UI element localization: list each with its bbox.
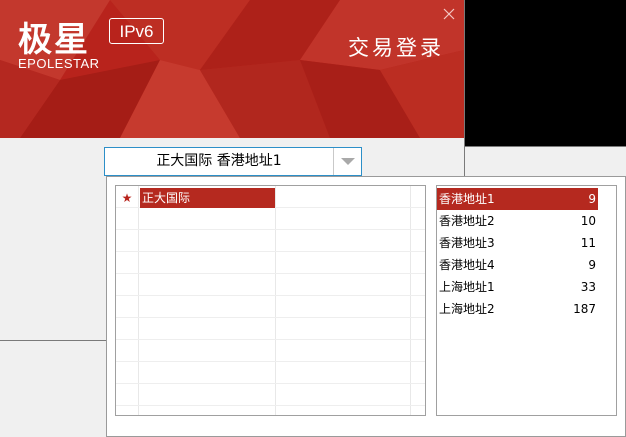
- server-item[interactable]: 香港地址4 9: [437, 254, 598, 276]
- grid-row-line: [116, 296, 425, 318]
- server-item[interactable]: 上海地址2 187: [437, 298, 598, 320]
- server-dropdown-panel: ★ 正大国际 香港地址1 9 香港地址2 10 香港地址3 11 香港地址4 9…: [106, 176, 626, 437]
- close-button[interactable]: [442, 6, 456, 20]
- combobox-value: 正大国际 香港地址1: [156, 153, 282, 169]
- server-combobox[interactable]: 正大国际 香港地址1: [104, 147, 362, 176]
- favorite-star-icon: ★: [121, 191, 133, 205]
- server-name: 香港地址4: [439, 258, 495, 272]
- server-latency: 187: [573, 302, 596, 316]
- window-title: 交易登录: [348, 36, 444, 60]
- grid-row-line: [116, 384, 425, 406]
- server-item[interactable]: 香港地址2 10: [437, 210, 598, 232]
- server-name: 上海地址1: [439, 280, 495, 294]
- grid-row-line: [116, 362, 425, 384]
- server-latency: 9: [588, 192, 596, 206]
- grid-row-line: [116, 252, 425, 274]
- broker-row[interactable]: ★ 正大国际: [116, 186, 425, 208]
- grid-row-line: [116, 318, 425, 340]
- grid-row-line: [116, 340, 425, 362]
- server-latency: 33: [580, 280, 596, 294]
- server-name: 香港地址1: [439, 192, 495, 206]
- server-item[interactable]: 香港地址3 11: [437, 232, 598, 254]
- broker-name: 正大国际: [140, 188, 275, 208]
- header-banner: 极星 EPOLESTAR IPv6 交易登录: [0, 0, 464, 138]
- logo-text: 极星: [18, 20, 90, 60]
- broker-list[interactable]: ★ 正大国际: [115, 185, 426, 416]
- ipv6-badge: IPv6: [109, 18, 164, 44]
- combobox-dropdown-button[interactable]: [333, 148, 361, 175]
- grid-row-line: [116, 208, 425, 230]
- logo-subtext: EPOLESTAR: [18, 56, 100, 71]
- grid-row-line: [116, 230, 425, 252]
- chevron-down-icon: [341, 158, 355, 165]
- server-name: 香港地址3: [439, 236, 495, 250]
- server-name: 香港地址2: [439, 214, 495, 228]
- grid-row-line: [116, 274, 425, 296]
- server-item[interactable]: 香港地址1 9: [437, 188, 598, 210]
- server-latency: 10: [580, 214, 596, 228]
- server-latency: 9: [588, 258, 596, 272]
- close-icon: [443, 8, 455, 20]
- server-item[interactable]: 上海地址1 33: [437, 276, 598, 298]
- server-latency: 11: [580, 236, 596, 250]
- server-list[interactable]: 香港地址1 9 香港地址2 10 香港地址3 11 香港地址4 9 上海地址1 …: [436, 185, 617, 416]
- server-name: 上海地址2: [439, 302, 495, 316]
